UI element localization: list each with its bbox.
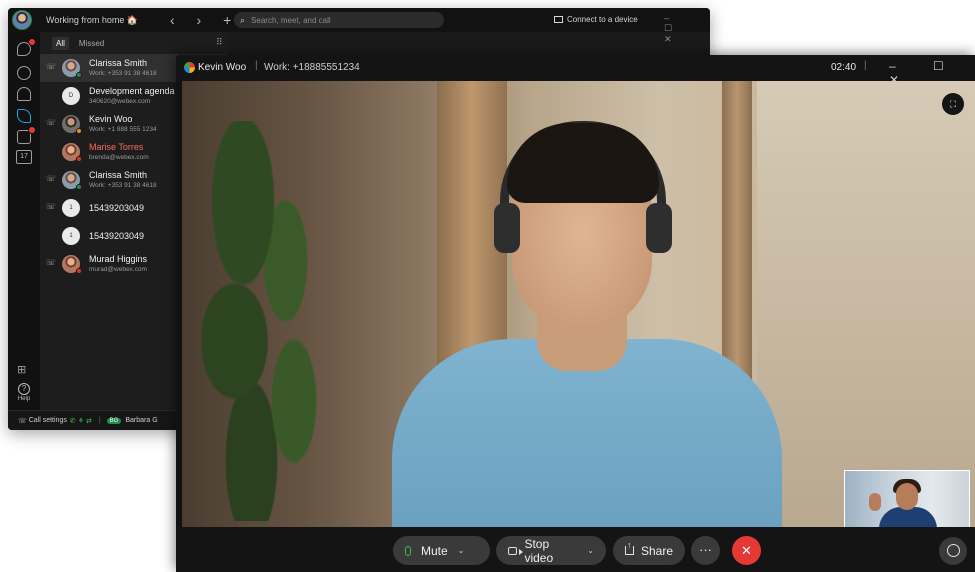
teams-icon[interactable] [17, 66, 31, 80]
contact-avatar: D [62, 87, 80, 105]
chevron-down-icon[interactable]: ⌄ [587, 546, 594, 555]
contact-name: Kevin Woo [89, 114, 133, 124]
stop-video-label: Stop video [524, 536, 554, 565]
contact-name: 15439203049 [89, 231, 145, 241]
chevron-down-icon[interactable]: ⌄ [458, 546, 465, 555]
remote-person-hair [507, 123, 659, 203]
self-view-face [896, 483, 918, 510]
headphone-left [494, 203, 520, 253]
left-rail: 17 ⊞ ? Help [8, 32, 40, 430]
apps-grid-icon[interactable]: ⊞ [17, 363, 26, 376]
stop-video-button[interactable]: Stop video ⌄ [496, 536, 606, 565]
call-timer: 02:40 [831, 62, 857, 73]
contacts-icon[interactable] [17, 87, 31, 101]
self-view[interactable] [844, 470, 970, 527]
contact-avatar: 1 [62, 199, 80, 217]
background-wall [757, 81, 975, 527]
call-log-icon: ☏ [46, 174, 57, 183]
contact-name: Marise Torres [89, 142, 144, 152]
contact-detail: Work: +1 888 555 1234 [89, 126, 157, 133]
contact-avatar: 1 [62, 227, 80, 245]
fullscreen-icon[interactable]: ⛶ [942, 93, 964, 115]
presence-indicator [76, 184, 82, 190]
presence-indicator [76, 128, 82, 134]
call-park-icon[interactable]: ⚘ [78, 417, 84, 425]
self-view-waving-hand [869, 493, 881, 511]
call-pickup-icon[interactable]: ✆ [70, 417, 76, 425]
status-divider: | [98, 417, 101, 424]
presence-indicator [76, 72, 82, 78]
contact-detail: murad@webex.com [89, 266, 147, 273]
remote-video: ⛶ [182, 81, 975, 527]
share-label: Share [640, 543, 673, 558]
search-icon: ⌕ [240, 14, 246, 25]
help-icon: ? [18, 383, 30, 395]
call-settings-icon[interactable]: ☏ [18, 417, 27, 425]
caller-name: Kevin Woo [198, 62, 247, 73]
share-button[interactable]: Share [613, 536, 685, 565]
user-avatar[interactable] [12, 10, 32, 30]
webex-logo-icon [184, 62, 195, 73]
presence-indicator [76, 268, 82, 274]
phone-icon[interactable] [17, 109, 31, 123]
tab-all[interactable]: All [52, 36, 69, 50]
messaging-badge [28, 38, 36, 46]
chat-icon[interactable] [939, 537, 967, 565]
timer-divider: | [864, 60, 867, 71]
title-divider: | [255, 60, 258, 71]
contact-name: Clarissa Smith [89, 170, 148, 180]
user-name: Barbara G [125, 417, 158, 424]
tab-missed[interactable]: Missed [79, 39, 104, 48]
more-options-button[interactable]: ··· [691, 536, 720, 565]
navigation-arrows[interactable]: ‹ › + [170, 12, 240, 28]
call-log-icon: ☏ [46, 258, 57, 267]
contact-detail: brenda@webex.com [89, 154, 149, 161]
camera-icon [508, 546, 524, 555]
share-icon [625, 540, 634, 555]
search-input[interactable]: ⌕ Search, meet, and call [234, 12, 444, 28]
mute-label: Mute [421, 543, 448, 558]
call-titlebar: Kevin Woo | Work: +18885551234 02:40 | –… [176, 55, 975, 87]
call-window: Kevin Woo | Work: +18885551234 02:40 | –… [176, 55, 975, 572]
contact-detail: 340620@webex.com [89, 98, 151, 105]
background-plant [192, 121, 362, 521]
user-badge: BG [106, 417, 122, 424]
caller-number: Work: +18885551234 [264, 62, 360, 73]
connect-to-device-button[interactable]: Connect to a device [554, 15, 638, 24]
voicemail-badge [28, 126, 36, 134]
help-button[interactable]: ? Help [13, 383, 35, 402]
contact-detail: Work: +353 91 38 4618 [89, 70, 157, 77]
search-placeholder: Search, meet, and call [251, 15, 331, 25]
main-titlebar: Working from home 🏠 ‹ › + ⌕ Search, meet… [8, 8, 710, 44]
call-log-icon: ☏ [46, 202, 57, 211]
screen-cast-icon [554, 16, 563, 23]
call-log-icon: ☏ [46, 118, 57, 127]
presence-status[interactable]: Working from home 🏠 [46, 15, 138, 26]
dialpad-icon[interactable]: ⠿ [216, 37, 223, 48]
call-forward-icon[interactable]: ⇄ [86, 417, 92, 425]
microphone-icon [405, 545, 411, 556]
history-tabs: All Missed ⠿ [40, 32, 228, 54]
main-window-controls[interactable]: – ☐ ✕ [664, 13, 710, 45]
contact-name: Clarissa Smith [89, 58, 148, 68]
help-label: Help [17, 396, 31, 402]
contact-detail: Work: +353 91 38 4618 [89, 182, 157, 189]
contact-name: Development agenda [89, 86, 175, 96]
presence-indicator [76, 156, 82, 162]
call-settings-label[interactable]: Call settings [29, 417, 67, 424]
contact-name: 15439203049 [89, 203, 145, 213]
end-call-button[interactable]: ✕ [732, 536, 761, 565]
self-view-body [879, 507, 937, 527]
headphone-right [646, 203, 672, 253]
call-controls-bar: Mute ⌄ Stop video ⌄ Share ··· ✕ [176, 527, 975, 572]
call-log-icon: ☏ [46, 62, 57, 71]
mute-button[interactable]: Mute ⌄ [393, 536, 490, 565]
contact-name: Murad Higgins [89, 254, 148, 264]
connect-label: Connect to a device [567, 15, 638, 24]
calendar-icon[interactable]: 17 [16, 150, 32, 164]
